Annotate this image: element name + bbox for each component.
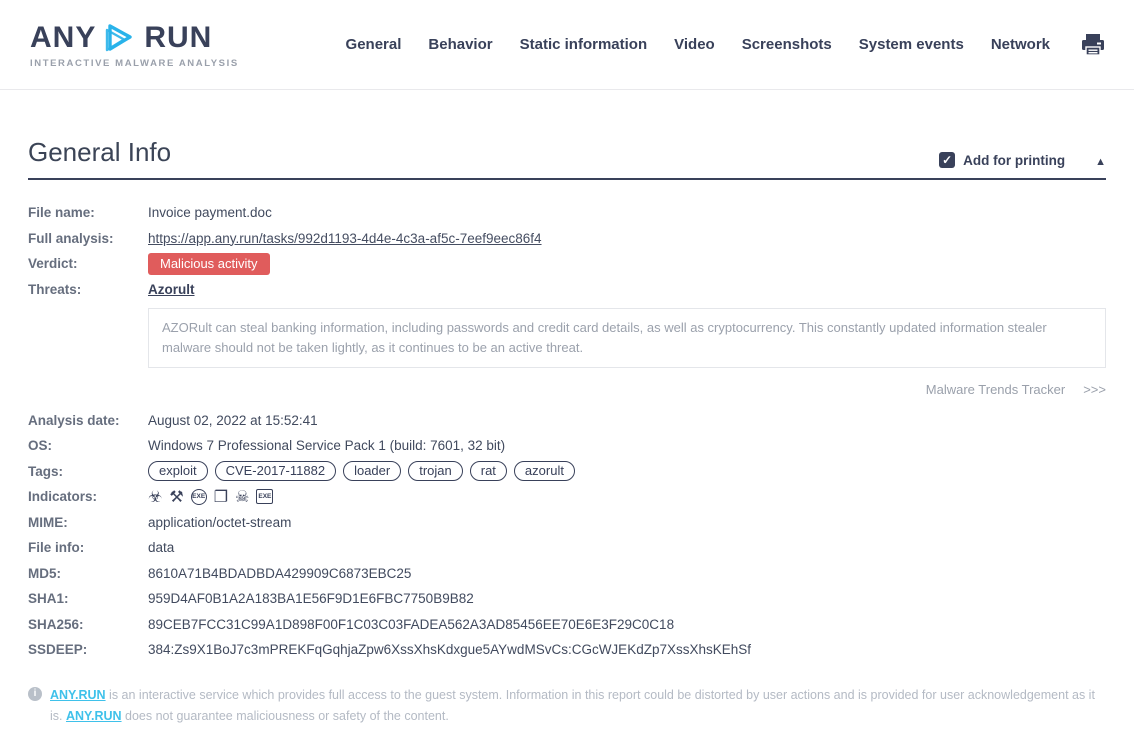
nav-item-video[interactable]: Video — [674, 36, 715, 53]
main-nav: General Behavior Static information Vide… — [346, 36, 1050, 53]
malicious-exe-icon: EXE — [191, 489, 207, 505]
row-ssdeep: SSDEEP: 384:Zs9X1BoJ7c3mPREKFqGqhjaZpw6X… — [28, 637, 1106, 663]
field-label: SHA1: — [28, 591, 148, 606]
tag-azorult[interactable]: azorult — [514, 461, 575, 481]
trends-row: Malware Trends Tracker >>> — [28, 382, 1106, 397]
tag-rat[interactable]: rat — [470, 461, 507, 481]
play-logo-icon — [100, 21, 140, 55]
row-mime: MIME: application/octet-stream — [28, 509, 1106, 535]
field-label: Full analysis: — [28, 231, 148, 246]
row-analysis-date: Analysis date: August 02, 2022 at 15:52:… — [28, 407, 1106, 433]
row-sha256: SHA256: 89CEB7FCC31C99A1D898F00F1C03C03F… — [28, 611, 1106, 637]
anyrun-link-1[interactable]: ANY.RUN — [50, 688, 106, 702]
tag-loader[interactable]: loader — [343, 461, 401, 481]
trends-arrow-link[interactable]: >>> — [1083, 382, 1106, 397]
row-full-analysis: Full analysis: https://app.any.run/tasks… — [28, 226, 1106, 252]
header: ANY RUN INTERACTIVE MALWARE ANALYSIS Gen… — [0, 0, 1134, 90]
anyrun-link-2[interactable]: ANY.RUN — [66, 709, 122, 723]
nav-item-screenshots[interactable]: Screenshots — [742, 36, 832, 53]
biohazard-icon: ☣ — [148, 488, 162, 506]
page-title: General Info — [28, 137, 171, 168]
disclaimer: i ANY.RUN is an interactive service whic… — [28, 685, 1106, 726]
ssdeep-value: 384:Zs9X1BoJ7c3mPREKFqGqhjaZpw6XssXhsKdx… — [148, 642, 751, 657]
nav-item-general[interactable]: General — [346, 36, 402, 53]
row-verdict: Verdict: Malicious activity — [28, 251, 1106, 277]
field-label: MD5: — [28, 566, 148, 581]
file-name-value: Invoice payment.doc — [148, 205, 272, 220]
nav-item-system-events[interactable]: System events — [859, 36, 964, 53]
threat-link[interactable]: Azorult — [148, 282, 195, 297]
logo-tagline: INTERACTIVE MALWARE ANALYSIS — [30, 58, 239, 69]
field-label: SHA256: — [28, 617, 148, 632]
full-analysis-link[interactable]: https://app.any.run/tasks/992d1193-4d4e-… — [148, 231, 542, 246]
indicator-icons: ☣ ⚒ EXE ❐ ☠ EXE — [148, 488, 273, 506]
copies-icon: ❐ — [214, 488, 228, 506]
nav-item-behavior[interactable]: Behavior — [428, 36, 492, 53]
field-label: Tags: — [28, 464, 148, 479]
disclaimer-text: ANY.RUN is an interactive service which … — [50, 685, 1096, 726]
general-info-section: General Info ✓ Add for printing ▲ File n… — [0, 137, 1134, 745]
row-file-name: File name: Invoice payment.doc — [28, 200, 1106, 226]
field-label: Verdict: — [28, 256, 148, 271]
field-label: MIME: — [28, 515, 148, 530]
nav-item-static-information[interactable]: Static information — [520, 36, 648, 53]
tag-trojan[interactable]: trojan — [408, 461, 463, 481]
field-label: Indicators: — [28, 489, 148, 504]
os-value: Windows 7 Professional Service Pack 1 (b… — [148, 438, 505, 453]
info-rows: File name: Invoice payment.doc Full anal… — [28, 200, 1106, 662]
sha256-value: 89CEB7FCC31C99A1D898F00F1C03C03FADEA562A… — [148, 617, 674, 632]
verdict-badge: Malicious activity — [148, 253, 270, 275]
collapse-section-icon[interactable]: ▲ — [1095, 156, 1106, 168]
row-os: OS: Windows 7 Professional Service Pack … — [28, 433, 1106, 459]
logo-text-run: RUN — [144, 21, 212, 55]
analysis-date-value: August 02, 2022 at 15:52:41 — [148, 413, 318, 428]
row-indicators: Indicators: ☣ ⚒ EXE ❐ ☠ EXE — [28, 484, 1106, 510]
add-for-printing-option[interactable]: ✓ Add for printing — [939, 152, 1065, 168]
section-head: General Info ✓ Add for printing ▲ — [28, 137, 1106, 180]
md5-value: 8610A71B4BDADBDA429909C6873EBC25 — [148, 566, 411, 581]
malware-trends-tracker-link[interactable]: Malware Trends Tracker — [926, 382, 1065, 397]
field-label: OS: — [28, 438, 148, 453]
checkbox-checked-icon[interactable]: ✓ — [939, 152, 955, 168]
nav-item-network[interactable]: Network — [991, 36, 1050, 53]
printer-icon[interactable] — [1080, 33, 1106, 57]
threat-description: AZORult can steal banking information, i… — [148, 308, 1106, 368]
skull-icon: ☠ — [235, 488, 249, 506]
disclaimer-text-2: does not guarantee maliciousness or safe… — [122, 709, 449, 723]
tools-icon: ⚒ — [169, 488, 183, 506]
row-md5: MD5: 8610A71B4BDADBDA429909C6873EBC25 — [28, 560, 1106, 586]
field-label: Analysis date: — [28, 413, 148, 428]
file-info-value: data — [148, 540, 174, 555]
add-for-printing-label: Add for printing — [963, 153, 1065, 168]
tag-list: exploit CVE-2017-11882 loader trojan rat… — [148, 461, 575, 481]
row-sha1: SHA1: 959D4AF0B1A2A183BA1E56F9D1E6FBC775… — [28, 586, 1106, 612]
tag-exploit[interactable]: exploit — [148, 461, 208, 481]
field-label: SSDEEP: — [28, 642, 148, 657]
tag-cve-2017-11882[interactable]: CVE-2017-11882 — [215, 461, 337, 481]
info-icon: i — [28, 687, 42, 701]
sha1-value: 959D4AF0B1A2A183BA1E56F9D1E6FBC7750B9B82 — [148, 591, 474, 606]
mime-value: application/octet-stream — [148, 515, 291, 530]
field-label: Threats: — [28, 282, 148, 297]
row-tags: Tags: exploit CVE-2017-11882 loader troj… — [28, 458, 1106, 484]
row-threats: Threats: Azorult — [28, 277, 1106, 303]
logo-text-any: ANY — [30, 21, 96, 55]
field-label: File info: — [28, 540, 148, 555]
row-file-info: File info: data — [28, 535, 1106, 561]
field-label: File name: — [28, 205, 148, 220]
anyrun-logo[interactable]: ANY RUN INTERACTIVE MALWARE ANALYSIS — [30, 21, 239, 69]
exe-dropped-icon: EXE — [256, 489, 273, 504]
